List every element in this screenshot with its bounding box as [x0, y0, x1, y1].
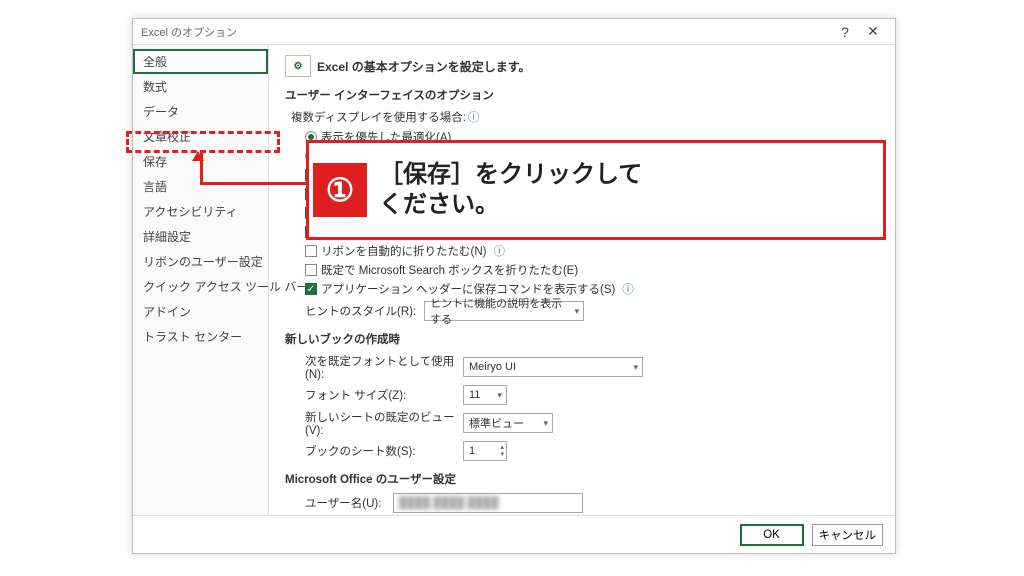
username-label: ユーザー名(U): [305, 495, 385, 511]
check-datatype-convert[interactable]: ✓ 入力時に [データ型に変換] を表示(D)ⓘ [305, 205, 879, 221]
excel-options-dialog: Excel のオプション ? ✕ 全般 数式 データ 文章校正 保存 言語 アク… [132, 18, 896, 554]
hintstyle-label: ヒントのスタイル(R): [305, 303, 416, 319]
sheetcount-input[interactable]: 1 [463, 441, 507, 461]
info-icon[interactable]: ⓘ [468, 112, 480, 124]
sidebar-item-ribbon[interactable]: リボンのユーザー設定 [133, 249, 268, 274]
ok-button[interactable]: OK [740, 524, 804, 546]
radio-display-optimize[interactable]: 表示を優先した最適化(A) [305, 129, 879, 145]
sidebar-item-trustcenter[interactable]: トラスト センター [133, 324, 268, 349]
checkbox-icon: ✓ [305, 188, 317, 200]
checkbox-icon: ✓ [305, 283, 317, 295]
dialog-footer: OK キャンセル [133, 515, 895, 553]
info-icon[interactable]: ⓘ [518, 205, 530, 221]
defaultview-select[interactable]: 標準ビュー [463, 413, 553, 433]
dialog-title: Excel のオプション [141, 24, 237, 40]
check-ribbon-autofold[interactable]: リボンを自動的に折りたたむ(N)ⓘ [305, 243, 879, 259]
sidebar-item-data[interactable]: データ [133, 99, 268, 124]
checkbox-icon [305, 245, 317, 257]
fontsize-label: フォント サイズ(Z): [305, 387, 455, 403]
sidebar-item-addins[interactable]: アドイン [133, 299, 268, 324]
page-header: ⚙ Excel の基本オプションを設定します。 [285, 55, 879, 77]
defaultfont-label: 次を既定フォントとして使用(N): [305, 353, 455, 381]
checkbox-icon [305, 264, 317, 276]
info-icon[interactable]: ⓘ [622, 281, 634, 297]
check-livepreview[interactable]: ✓ リアルタイムのプレビュー表示機能を有効にする(L)ⓘ [305, 224, 879, 240]
fontsize-select[interactable]: 11 [463, 385, 507, 405]
radio-icon [305, 150, 317, 162]
radio-compat-optimize[interactable]: 互換性に対応した最適化 (アプリケーションの再起動が必要)(C) [305, 148, 879, 164]
info-icon[interactable]: ⓘ [532, 167, 544, 183]
options-content: ⚙ Excel の基本オプションを設定します。 ユーザー インターフェイスのオプ… [269, 45, 895, 515]
cancel-button[interactable]: キャンセル [812, 524, 884, 546]
page-header-text: Excel の基本オプションを設定します。 [317, 58, 531, 75]
general-icon: ⚙ [285, 55, 311, 77]
check-searchbox-fold[interactable]: 既定で Microsoft Search ボックスを折りたたむ(E) [305, 262, 879, 278]
sidebar-item-save[interactable]: 保存 [133, 149, 268, 174]
titlebar: Excel のオプション ? ✕ [133, 19, 895, 45]
info-icon[interactable]: ⓘ [595, 224, 607, 240]
sheetcount-label: ブックのシート数(S): [305, 443, 455, 459]
info-icon[interactable]: ⓘ [493, 243, 505, 259]
options-sidebar: 全般 数式 データ 文章校正 保存 言語 アクセシビリティ 詳細設定 リボンのユ… [133, 45, 269, 515]
section-ui-options: ユーザー インターフェイスのオプション [285, 87, 879, 103]
section-new-workbook: 新しいブックの作成時 [285, 331, 879, 347]
sidebar-item-advanced[interactable]: 詳細設定 [133, 224, 268, 249]
sidebar-item-accessibility[interactable]: アクセシビリティ [133, 199, 268, 224]
sidebar-item-language[interactable]: 言語 [133, 174, 268, 199]
sidebar-item-proofing[interactable]: 文章校正 [133, 124, 268, 149]
username-input[interactable]: ████ ████ ████ [393, 493, 583, 513]
radio-icon [305, 131, 317, 143]
help-button[interactable]: ? [831, 24, 859, 40]
hintstyle-select[interactable]: ヒントに機能の説明を表示する [424, 301, 584, 321]
checkbox-icon: ✓ [305, 169, 317, 181]
section-office-user: Microsoft Office のユーザー設定 [285, 471, 879, 487]
defaultfont-select[interactable]: Meiryo UI [463, 357, 643, 377]
check-minitoolbar[interactable]: ✓ 選択時にミニ ツールバーを表示する(M)ⓘ [305, 167, 879, 183]
sidebar-item-formulas[interactable]: 数式 [133, 74, 268, 99]
checkbox-icon: ✓ [305, 207, 317, 219]
multidisplay-label: 複数ディスプレイを使用する場合:ⓘ [291, 109, 879, 125]
sidebar-item-qat[interactable]: クイック アクセス ツール バー [133, 274, 268, 299]
close-button[interactable]: ✕ [859, 23, 887, 40]
checkbox-icon: ✓ [305, 226, 317, 238]
check-quickanalysis[interactable]: ✓ 選択時にクイック分析オプションを表示する(Q) [305, 186, 879, 202]
sidebar-item-general[interactable]: 全般 [133, 49, 268, 74]
defaultview-label: 新しいシートの既定のビュー(V): [305, 409, 455, 437]
check-save-in-header[interactable]: ✓ アプリケーション ヘッダーに保存コマンドを表示する(S)ⓘ [305, 281, 879, 297]
